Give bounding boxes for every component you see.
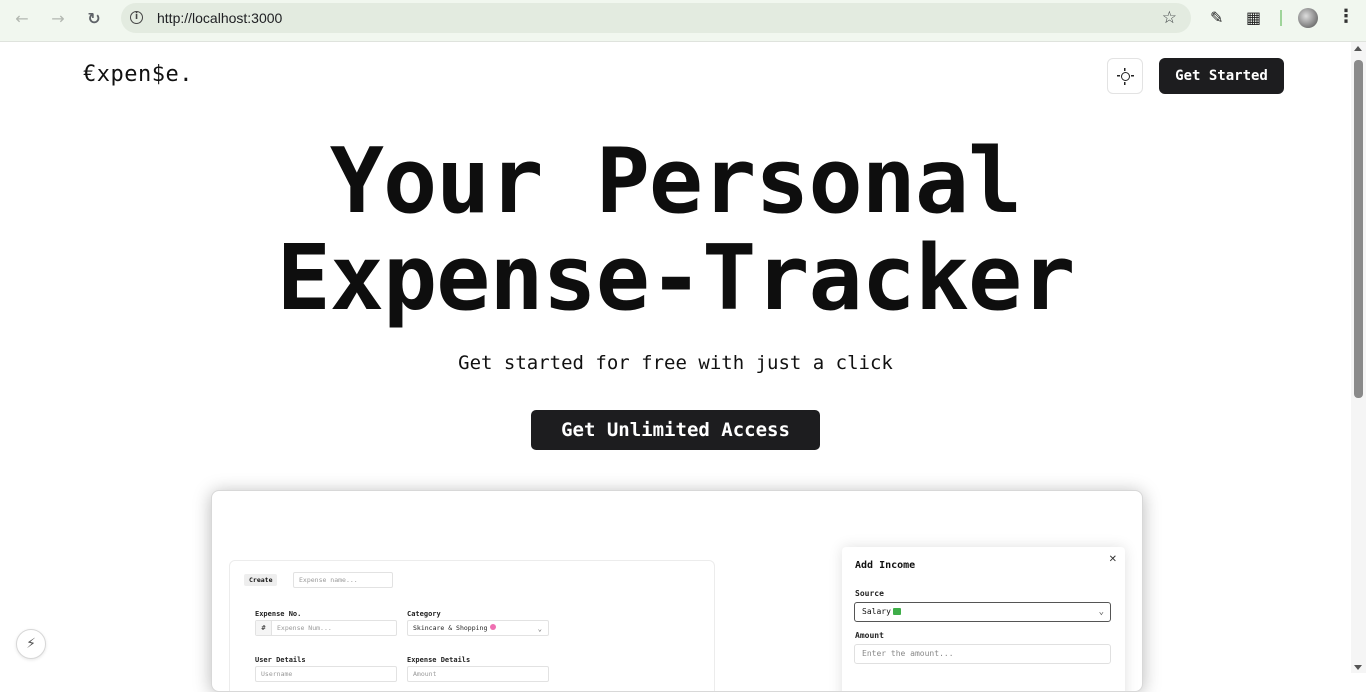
expense-no-label: Expense No.: [255, 610, 302, 618]
source-value: Salary: [862, 607, 891, 616]
category-select: Skincare & Shopping ⌄: [407, 620, 549, 636]
forward-arrow-icon[interactable]: →: [45, 7, 71, 29]
username-input: Username: [255, 666, 397, 682]
back-arrow-icon[interactable]: ←: [9, 7, 35, 29]
site-info-icon[interactable]: i: [130, 11, 143, 24]
hash-prefix: #: [256, 621, 272, 635]
page-scrollbar[interactable]: [1351, 42, 1366, 673]
get-started-button[interactable]: Get Started: [1159, 58, 1284, 94]
toolbar-divider: [1280, 10, 1282, 26]
hero-title: Your Personal Expense-Tracker: [0, 133, 1351, 327]
scrollbar-thumb[interactable]: [1354, 60, 1363, 398]
puzzle-icon[interactable]: ▦: [1246, 8, 1261, 27]
chevron-down-icon: ⌄: [1098, 607, 1104, 617]
get-unlimited-access-button[interactable]: Get Unlimited Access: [531, 410, 820, 450]
address-bar[interactable]: i http://localhost:3000 ☆: [121, 3, 1191, 33]
source-select: Salary ⌄: [854, 602, 1111, 622]
amount-input: Enter the amount...: [854, 644, 1111, 664]
scroll-down-arrow-icon[interactable]: [1354, 665, 1362, 670]
browser-toolbar: ← → ↻ i http://localhost:3000 ☆ ✎ ▦ ⋮: [0, 0, 1366, 42]
chevron-down-icon: ⌄: [537, 625, 542, 633]
category-label: Category: [407, 610, 441, 618]
hero-subtitle: Get started for free with just a click: [458, 352, 893, 374]
category-value: Skincare & Shopping: [413, 624, 488, 632]
money-emoji-icon: [892, 608, 901, 615]
hero-title-line-2: Expense-Tracker: [276, 226, 1076, 331]
star-icon[interactable]: ☆: [1162, 8, 1177, 28]
eyedropper-icon[interactable]: ✎: [1210, 8, 1223, 27]
add-income-title: Add Income: [855, 560, 916, 571]
close-icon: ✕: [1108, 554, 1117, 565]
expense-name-input: Expense name...: [293, 572, 393, 588]
amount-label: Amount: [855, 631, 884, 640]
site-logo[interactable]: €xpen$e.: [83, 62, 193, 87]
reload-icon[interactable]: ↻: [81, 7, 107, 29]
url-text[interactable]: http://localhost:3000: [157, 10, 282, 26]
lightning-bolt-icon[interactable]: ⚡: [16, 629, 46, 659]
source-label: Source: [855, 589, 884, 598]
scroll-up-arrow-icon[interactable]: [1354, 46, 1362, 51]
expense-no-input: # Expense Num...: [255, 620, 397, 636]
hero-title-line-1: Your Personal: [329, 129, 1022, 234]
avatar[interactable]: [1298, 8, 1318, 28]
expense-no-placeholder: Expense Num...: [277, 624, 332, 632]
create-tag: Create: [244, 574, 278, 586]
amount-input: Amount: [407, 666, 549, 682]
add-income-panel: Add Income ✕ Source Salary ⌄ Amount Ente…: [842, 547, 1125, 691]
flower-emoji-icon: [490, 624, 497, 630]
user-details-label: User Details: [255, 656, 306, 664]
app-preview: Create Expense name... Expense No. # Exp…: [211, 490, 1143, 692]
expense-form-card: Create Expense name... Expense No. # Exp…: [229, 560, 715, 691]
theme-toggle-button[interactable]: [1107, 58, 1143, 94]
expense-details-label: Expense Details: [407, 656, 471, 664]
sun-icon: [1116, 67, 1134, 85]
more-vert-icon[interactable]: ⋮: [1337, 6, 1355, 27]
